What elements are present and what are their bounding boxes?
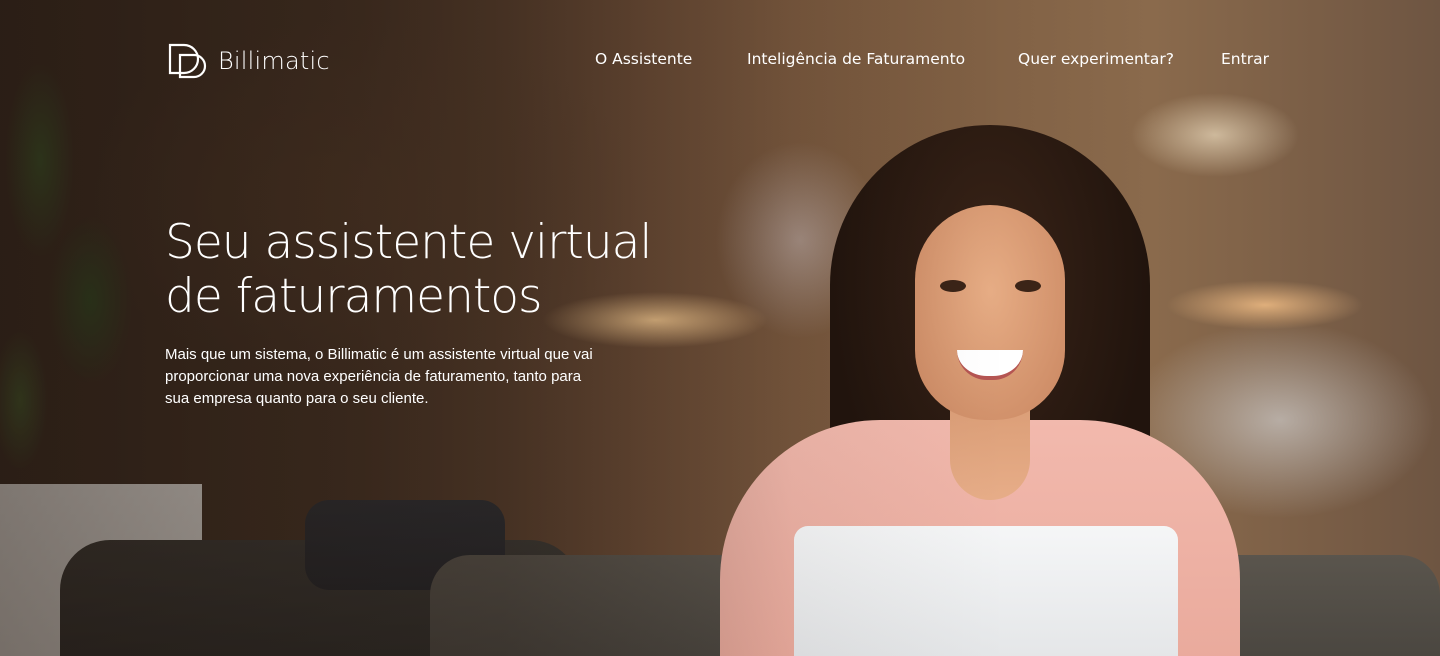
nav-link-inteligencia-faturamento[interactable]: Inteligência de Faturamento (747, 50, 965, 68)
hero-description: Mais que um sistema, o Billimatic é um a… (165, 346, 593, 407)
hero-headline-line1: Seu assistente virtual (165, 215, 652, 270)
hero-section: Billimatic O Assistente Inteligência de … (0, 0, 1440, 656)
main-nav: O Assistente Inteligência de Faturamento… (0, 50, 1440, 72)
nav-link-o-assistente[interactable]: O Assistente (595, 50, 692, 68)
nav-link-quer-experimentar[interactable]: Quer experimentar? (1018, 50, 1174, 68)
hero-headline: Seu assistente virtual de faturamentos (165, 216, 685, 324)
nav-link-entrar[interactable]: Entrar (1221, 50, 1269, 68)
site-header: Billimatic O Assistente Inteligência de … (0, 0, 1440, 120)
hero-headline-line2: de faturamentos (165, 269, 543, 324)
